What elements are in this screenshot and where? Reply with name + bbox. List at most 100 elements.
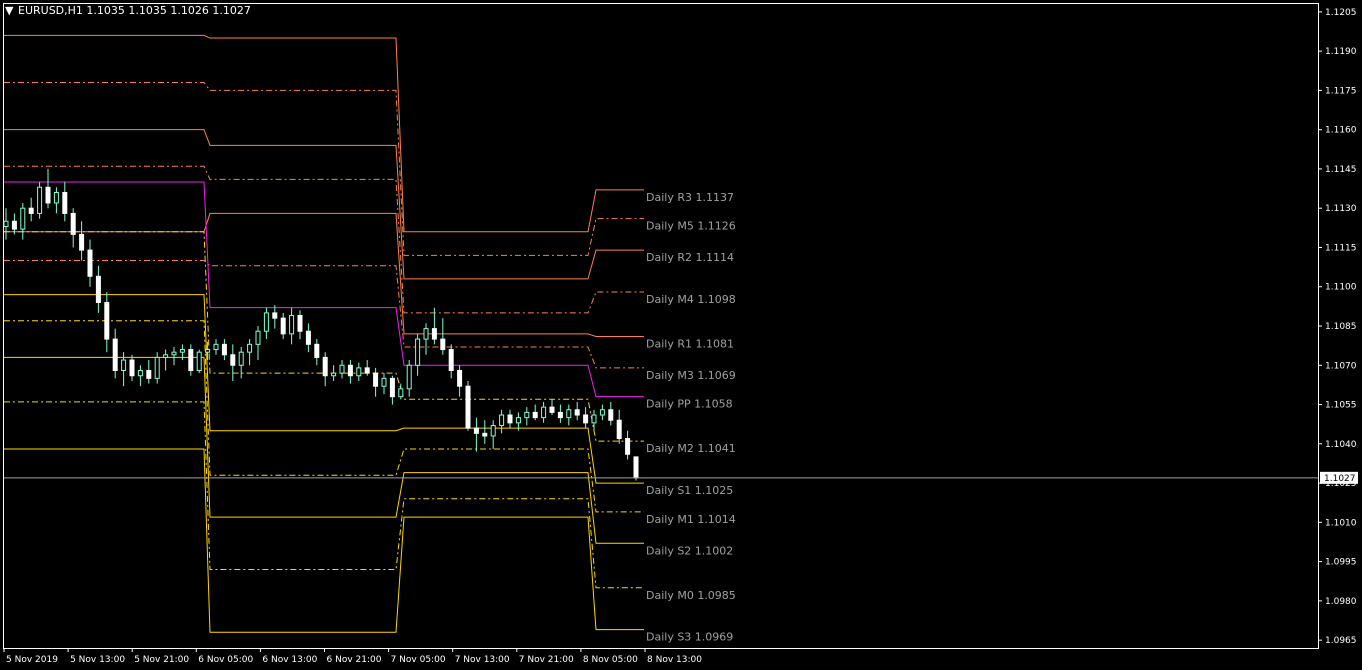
candle-body (633, 456, 639, 479)
candle-body (583, 414, 589, 424)
candle-body (524, 411, 530, 419)
candle-body (398, 388, 404, 398)
candle-body (20, 207, 26, 230)
candle-body (104, 301, 110, 340)
candle-body (179, 349, 185, 353)
level-label-s2: Daily S2 1.1002 (646, 544, 733, 557)
y-tick-label: 1.0995 (1325, 558, 1357, 568)
candle-body (87, 249, 93, 277)
candle-body (339, 364, 345, 374)
y-tick-label: 1.1190 (1325, 47, 1357, 57)
candle-body (28, 207, 34, 214)
candle-body (121, 359, 127, 372)
candle-body (515, 417, 521, 424)
current-price-label: 1.1027 (1324, 474, 1356, 484)
x-tick-label: 5 Nov 2019 (6, 655, 58, 665)
candle-body (482, 432, 488, 437)
x-tick-label: 6 Nov 21:00 (327, 655, 382, 665)
candle-body (221, 343, 227, 356)
y-tick-label: 1.1145 (1325, 165, 1357, 175)
y-tick-label: 1.0980 (1325, 597, 1357, 607)
level-label-s1: Daily S1 1.1025 (646, 484, 733, 497)
level-label-m3: Daily M3 1.1069 (646, 369, 736, 382)
candle-body (331, 372, 337, 377)
candle-body (389, 377, 395, 398)
y-tick-label: 1.1085 (1325, 322, 1357, 332)
candle-body (255, 330, 261, 345)
candle-body (499, 414, 505, 426)
candle-body (599, 409, 605, 416)
dropdown-arrow-icon[interactable]: ▼ (5, 4, 14, 17)
candle-body (373, 372, 379, 387)
symbol-info: EURUSD,H1 1.1035 1.1035 1.1026 1.1027 (18, 4, 251, 17)
level-label-pp: Daily PP 1.1058 (646, 398, 733, 411)
y-tick-label: 1.1160 (1325, 126, 1357, 136)
level-label-s3: Daily S3 1.0969 (646, 631, 733, 644)
candle-body (541, 406, 547, 419)
y-tick-label: 1.1055 (1325, 401, 1357, 411)
candle-body (171, 351, 177, 356)
candle-body (213, 343, 219, 351)
candle-body (272, 312, 278, 319)
y-tick-label: 1.1205 (1325, 8, 1357, 18)
candle-body (79, 233, 85, 251)
x-tick-label: 8 Nov 13:00 (647, 655, 702, 665)
candle-body (146, 370, 152, 379)
x-tick-label: 7 Nov 13:00 (455, 655, 510, 665)
candle-body (297, 315, 303, 332)
x-tick-label: 6 Nov 05:00 (198, 655, 253, 665)
candle-body (490, 424, 496, 437)
candle-body (205, 349, 211, 353)
y-tick-label: 1.0965 (1325, 636, 1357, 646)
symbol-header[interactable]: ▼ EURUSD,H1 1.1035 1.1035 1.1026 1.1027 (5, 4, 251, 17)
candle-body (448, 349, 454, 372)
candle-body (3, 220, 9, 228)
y-tick-label: 1.1175 (1325, 86, 1357, 96)
y-tick-label: 1.1010 (1325, 518, 1357, 528)
candle-body (112, 338, 118, 372)
candle-body (62, 191, 68, 214)
candle-body (625, 438, 631, 455)
candle-body (465, 385, 471, 429)
candle-body (53, 191, 59, 204)
level-label-r3: Daily R3 1.1137 (646, 191, 734, 204)
candle-body (532, 411, 538, 419)
candle-body (423, 328, 429, 340)
x-tick-label: 7 Nov 21:00 (519, 655, 574, 665)
x-tick-label: 5 Nov 21:00 (134, 655, 189, 665)
candle-body (381, 377, 387, 387)
candle-body (364, 367, 370, 374)
candle-body (549, 406, 555, 413)
candle-body (263, 312, 269, 332)
candle-body (557, 411, 563, 419)
candle-body (154, 356, 160, 379)
candle-body (566, 409, 572, 419)
candle-body (247, 343, 253, 353)
y-tick-label: 1.1070 (1325, 361, 1357, 371)
candle-body (289, 315, 295, 335)
candle-body (163, 354, 169, 358)
y-tick-label: 1.1130 (1325, 204, 1357, 214)
candle-body (507, 414, 513, 424)
y-tick-label: 1.1100 (1325, 283, 1357, 293)
level-label-m4: Daily M4 1.1098 (646, 293, 736, 306)
candle-body (608, 409, 614, 421)
candle-body (314, 343, 320, 358)
candle-body (188, 349, 194, 372)
candle-body (95, 275, 101, 303)
candle-body (473, 427, 479, 434)
candle-body (70, 212, 76, 235)
candle-body (305, 330, 311, 345)
candle-body (322, 356, 328, 377)
candle-body (11, 220, 17, 230)
candle-body (238, 351, 244, 366)
price-chart[interactable]: 1.1205 1.1190 1.1175 1.1160 1.1145 1.1130 1.11… (0, 0, 1362, 670)
x-tick-label: 5 Nov 13:00 (70, 655, 125, 665)
candle-body (280, 317, 286, 335)
level-label-m0: Daily M0 1.0985 (646, 589, 736, 602)
candle-body (457, 370, 463, 387)
level-label-m5: Daily M5 1.1126 (646, 220, 736, 233)
candle-body (440, 338, 446, 351)
level-label-r2: Daily R2 1.1114 (646, 251, 734, 264)
candle-body (431, 328, 437, 340)
